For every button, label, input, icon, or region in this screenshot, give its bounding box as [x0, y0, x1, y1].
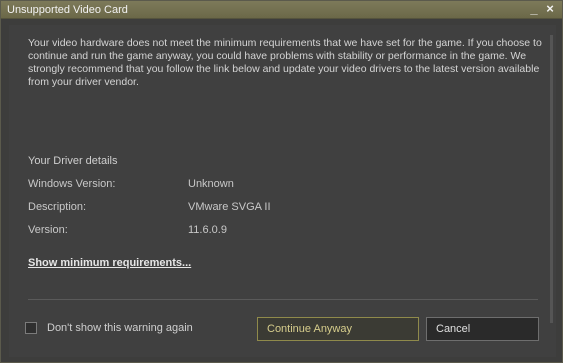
- detail-label: Description:: [28, 201, 87, 213]
- warning-message: Your video hardware does not meet the mi…: [28, 37, 542, 88]
- title-bar[interactable]: Unsupported Video Card _ ×: [1, 1, 562, 19]
- driver-details-heading: Your Driver details: [28, 155, 118, 167]
- continue-anyway-button[interactable]: Continue Anyway: [257, 317, 419, 341]
- show-minimum-requirements-link[interactable]: Show minimum requirements...: [28, 257, 191, 269]
- minimize-button[interactable]: _: [528, 2, 540, 16]
- divider: [28, 299, 538, 300]
- detail-label: Windows Version:: [28, 178, 116, 190]
- dont-show-again-label[interactable]: Don't show this warning again: [47, 322, 193, 334]
- window-title: Unsupported Video Card: [7, 4, 128, 16]
- detail-value: 11.6.0.9: [188, 224, 227, 236]
- cancel-button[interactable]: Cancel: [426, 317, 539, 341]
- detail-value: Unknown: [188, 178, 234, 190]
- detail-row-windows-version: Windows Version: Unknown: [28, 178, 428, 190]
- detail-value: VMware SVGA II: [188, 201, 271, 213]
- detail-row-version: Version: 11.6.0.9: [28, 224, 428, 236]
- dialog-window: Unsupported Video Card _ × Your video ha…: [0, 0, 563, 363]
- dont-show-again-option[interactable]: Don't show this warning again: [25, 322, 193, 334]
- dialog-content: Your video hardware does not meet the mi…: [9, 25, 556, 357]
- scrollbar[interactable]: [550, 35, 553, 323]
- detail-row-description: Description: VMware SVGA II: [28, 201, 428, 213]
- detail-label: Version:: [28, 224, 68, 236]
- close-button[interactable]: ×: [544, 2, 556, 16]
- window-controls: _ ×: [528, 2, 556, 16]
- dont-show-again-checkbox[interactable]: [25, 322, 37, 334]
